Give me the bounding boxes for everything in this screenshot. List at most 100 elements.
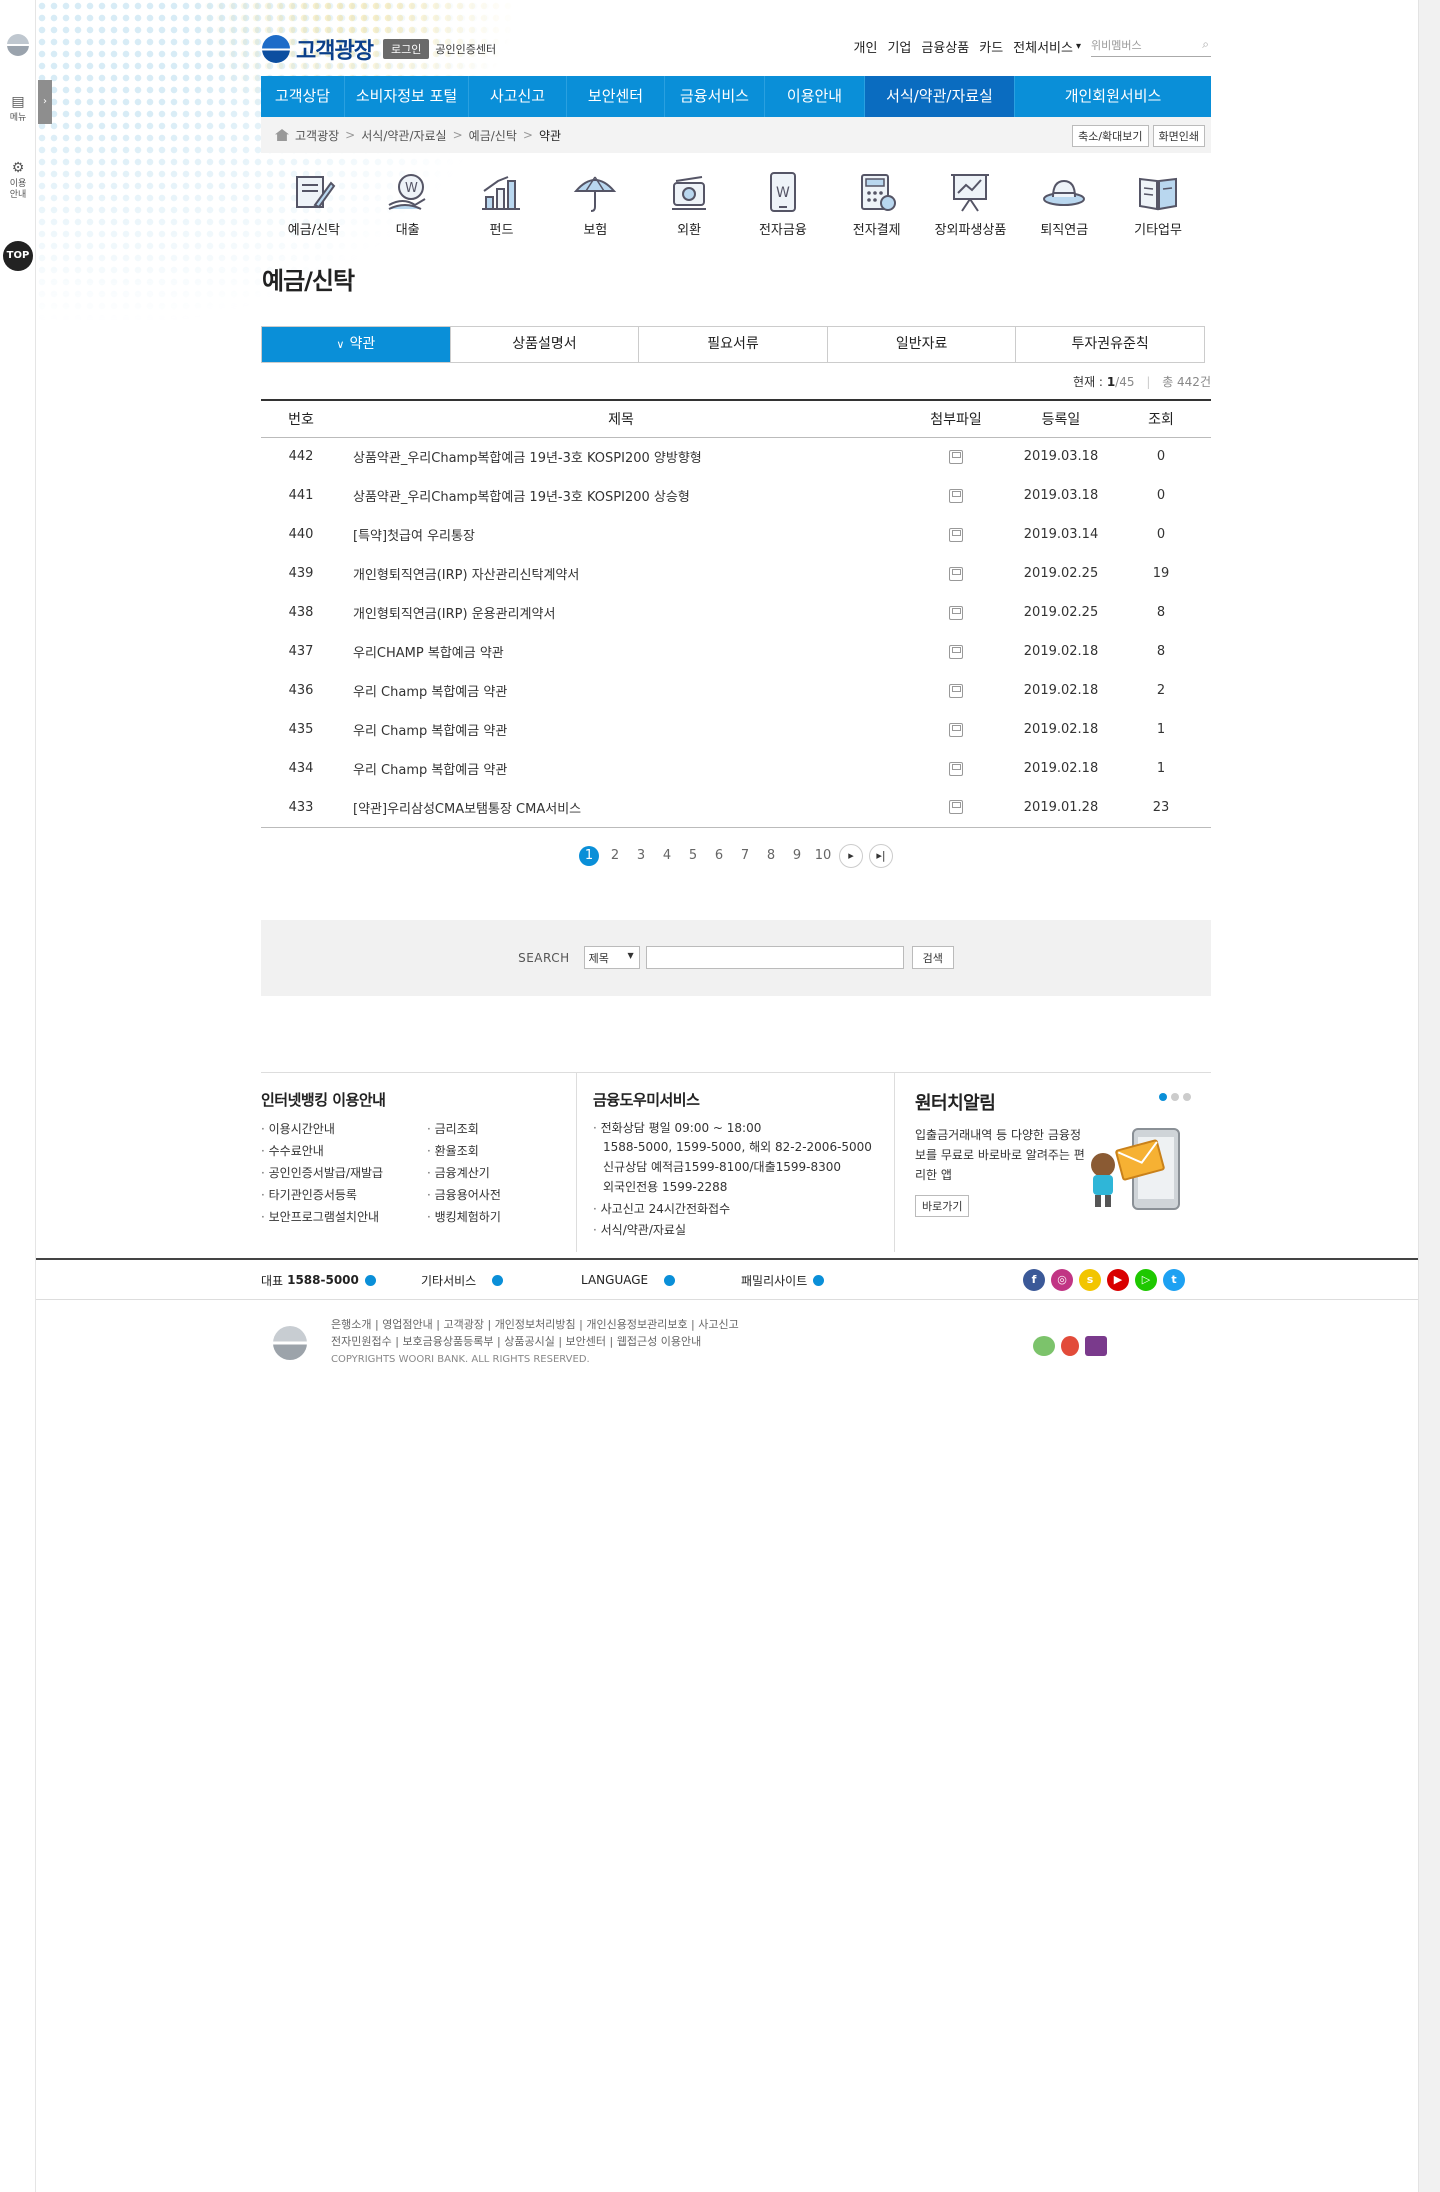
gnb-item-forms[interactable]: 서식/약관/자료실 [865,76,1015,117]
util-link-personal[interactable]: 개인 [854,37,878,56]
print-button[interactable]: 화면인쇄 [1152,125,1205,147]
link-fees[interactable]: 수수료안내 [261,1142,427,1159]
row-attachment[interactable] [901,788,1011,828]
gnb-item-member-services[interactable]: 개인회원서비스 [1015,76,1211,117]
next-page-icon[interactable]: ▸ [839,843,863,868]
language-item[interactable]: LANGUAGE [581,1273,741,1287]
gnb-item-guide[interactable]: 이용안내 [765,76,865,117]
row-title-link[interactable]: 상품약관_우리Champ복합예금 19년-3호 KOSPI200 상승형 [341,476,901,515]
alarm-go-button[interactable]: 바로가기 [915,1194,970,1217]
page-number-button[interactable]: 2 [605,846,625,866]
rail-menu[interactable]: ▤ 메뉴 [0,94,36,124]
family-site-item[interactable]: 패밀리사이트 [741,1272,901,1289]
page-number-button[interactable]: 10 [813,846,833,866]
attachment-file-icon[interactable] [949,605,963,620]
util-link-products[interactable]: 금융상품 [921,37,969,56]
link-cert-issue[interactable]: 공인인증서발급/재발급 [261,1164,427,1181]
attachment-file-icon[interactable] [949,683,963,698]
rail-toggle-button[interactable]: › [38,80,52,124]
kakaostory-icon[interactable]: s [1079,1269,1101,1291]
link-calculator[interactable]: 금융계산기 [427,1164,567,1181]
search-input[interactable] [645,946,904,969]
other-services-item[interactable]: 기타서비스 [421,1272,581,1289]
footer-link[interactable]: 고객광장 [444,1318,484,1331]
search-button[interactable]: 검색 [911,946,954,969]
cert-center-link[interactable]: 공인인증센터 [435,41,496,57]
attachment-file-icon[interactable] [949,488,963,503]
helper-accident-link[interactable]: 사고신고 24시간전화접수 [593,1201,894,1218]
page-number-button[interactable]: 3 [631,846,651,866]
table-row[interactable]: 434 우리 Champ 복합예금 약관 2019.02.18 1 [261,749,1211,788]
gnb-item-financial-services[interactable]: 금융서비스 [665,76,765,117]
row-title-link[interactable]: 우리CHAMP 복합예금 약관 [341,632,901,671]
attachment-file-icon[interactable] [949,644,963,659]
footer-link[interactable]: 개인정보처리방침 [495,1318,576,1331]
row-attachment[interactable] [901,554,1011,593]
row-attachment[interactable] [901,710,1011,749]
tab-product-description[interactable]: 상품설명서 [451,327,640,362]
site-logo[interactable]: 고객광장 로그인 공인인증센터 [262,33,496,65]
bank-logo-mini-icon[interactable] [7,34,29,56]
attachment-file-icon[interactable] [949,449,963,464]
row-title-link[interactable]: 개인형퇴직연금(IRP) 운용관리계약서 [341,593,901,632]
attachment-file-icon[interactable] [949,800,963,815]
link-interest-rate[interactable]: 금리조회 [427,1120,567,1137]
youtube-icon[interactable]: ▶ [1107,1269,1129,1291]
table-row[interactable]: 440 [특약]첫급여 우리통장 2019.03.14 0 [261,515,1211,554]
util-link-corporate[interactable]: 기업 [887,37,911,56]
facebook-icon[interactable]: f [1023,1269,1045,1291]
attachment-file-icon[interactable] [949,722,963,737]
footer-link[interactable]: 보안센터 [566,1335,606,1348]
slide-dot[interactable] [1183,1092,1191,1101]
table-row[interactable]: 439 개인형퇴직연금(IRP) 자산관리신탁계약서 2019.02.25 19 [261,554,1211,593]
home-icon[interactable] [275,129,289,141]
tab-general-materials[interactable]: 일반자료 [828,327,1017,362]
vertical-scrollbar[interactable] [1418,0,1440,2192]
util-link-card[interactable]: 카드 [979,37,1003,56]
attachment-file-icon[interactable] [949,761,963,776]
footer-link[interactable]: 전자민원접수 [331,1335,392,1348]
gnb-item-security-center[interactable]: 보안센터 [567,76,665,117]
footer-link[interactable]: 영업점안내 [382,1318,433,1331]
footer-link[interactable]: 보호금융상품등록부 [402,1335,493,1348]
row-attachment[interactable] [901,515,1011,554]
footer-link[interactable]: 개인신용정보관리보호 [586,1318,687,1331]
category-e-banking[interactable]: W 전자금융 [743,163,823,243]
category-fund[interactable]: 펀드 [461,163,541,243]
gnb-item-accident-report[interactable]: 사고신고 [469,76,567,117]
page-number-button[interactable]: 5 [683,846,703,866]
category-derivatives[interactable]: 장외파생상품 [930,163,1010,243]
category-insurance[interactable]: 보험 [555,163,635,243]
tab-terms[interactable]: ∨ 약관 [262,327,451,362]
footer-link[interactable]: 웹접근성 이용안내 [617,1335,701,1348]
table-row[interactable]: 433 [약관]우리삼성CMA보탬통장 CMA서비스 2019.01.28 23 [261,788,1211,828]
row-title-link[interactable]: 우리 Champ 복합예금 약관 [341,671,901,710]
link-exchange-rate[interactable]: 환율조회 [427,1142,567,1159]
slide-dot[interactable] [1171,1092,1179,1101]
link-glossary[interactable]: 금융용어사전 [427,1186,567,1203]
row-attachment[interactable] [901,593,1011,632]
login-button[interactable]: 로그인 [382,39,430,59]
category-e-payment[interactable]: 전자결제 [837,163,917,243]
table-row[interactable]: 438 개인형퇴직연금(IRP) 운용관리계약서 2019.02.25 8 [261,593,1211,632]
page-number-button[interactable]: 7 [735,846,755,866]
scroll-top-button[interactable]: TOP [3,241,33,271]
page-number-button[interactable]: 1 [579,845,599,866]
row-attachment[interactable] [901,476,1011,515]
category-other-work[interactable]: 기타업무 [1118,163,1198,243]
search-field-select[interactable]: 제목 ▼ [583,946,640,969]
row-title-link[interactable]: 우리 Champ 복합예금 약관 [341,749,901,788]
row-attachment[interactable] [901,437,1011,476]
table-row[interactable]: 441 상품약관_우리Champ복합예금 19년-3호 KOSPI200 상승형 2… [261,476,1211,515]
page-number-button[interactable]: 8 [761,846,781,866]
table-row[interactable]: 436 우리 Champ 복합예금 약관 2019.02.18 2 [261,671,1211,710]
rail-guide[interactable]: ⚙ 이용 안내 [0,160,36,201]
tab-required-documents[interactable]: 필요서류 [639,327,828,362]
footer-link[interactable]: 사고신고 [698,1318,738,1331]
breadcrumb-item[interactable]: 고객광장 [295,127,339,144]
link-service-hours[interactable]: 이용시간안내 [261,1120,427,1137]
breadcrumb-item[interactable]: 예금/신탁 [469,127,517,144]
twitter-icon[interactable]: t [1163,1269,1185,1291]
search-icon[interactable]: ⌕ [1202,37,1209,52]
helper-forms-link[interactable]: 서식/약관/자료실 [593,1222,894,1239]
